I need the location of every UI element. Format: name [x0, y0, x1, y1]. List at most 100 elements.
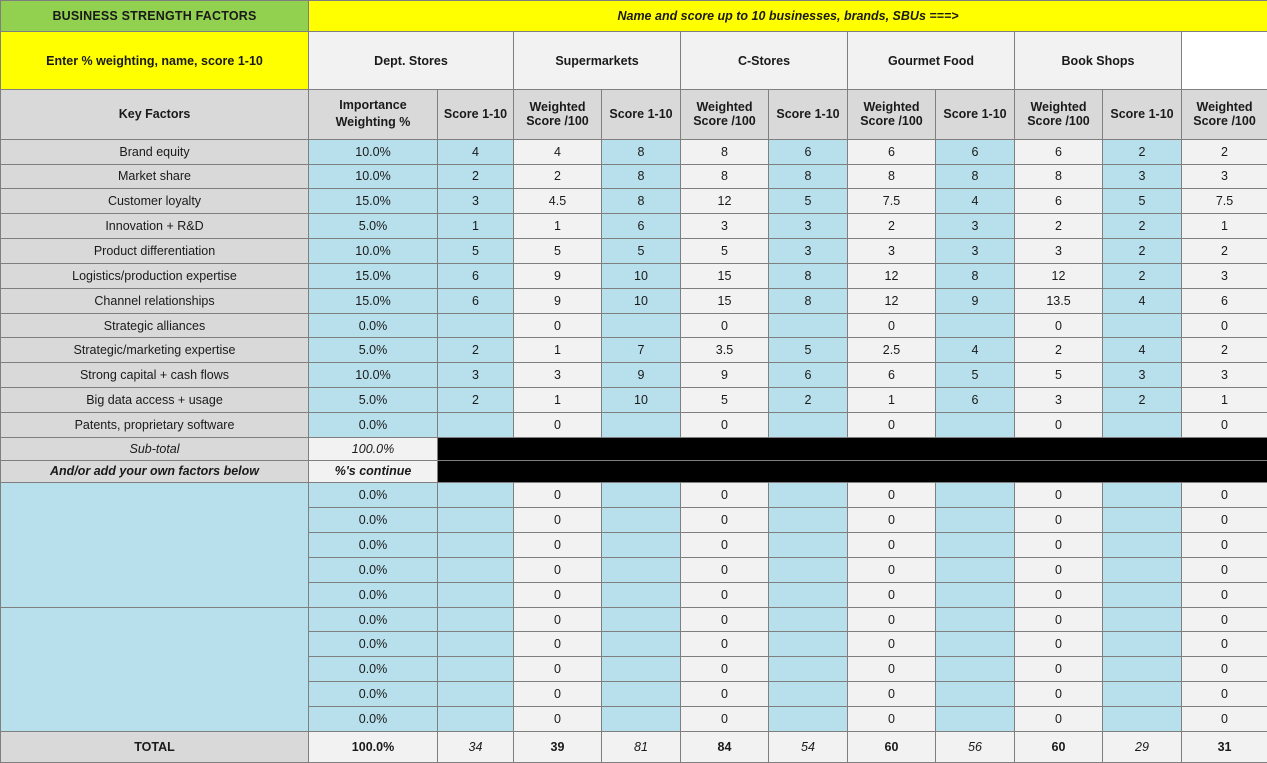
score-cell[interactable]: 2	[1102, 138, 1182, 165]
score-cell[interactable]	[768, 656, 848, 683]
weight-cell[interactable]: 0.0%	[308, 507, 438, 534]
score-cell[interactable]: 5	[768, 337, 848, 364]
score-cell[interactable]	[768, 411, 848, 438]
score-cell[interactable]: 8	[768, 287, 848, 314]
factor-label[interactable]: Product differentiation	[0, 238, 309, 264]
weight-cell[interactable]: 15.0%	[308, 262, 438, 289]
score-cell[interactable]	[437, 606, 514, 633]
score-cell[interactable]: 3	[935, 238, 1015, 264]
score-cell[interactable]: 6	[768, 138, 848, 165]
score-cell[interactable]: 8	[601, 188, 681, 215]
score-cell[interactable]	[768, 705, 848, 732]
weight-cell[interactable]: 0.0%	[308, 556, 438, 583]
score-cell[interactable]	[935, 312, 1015, 339]
score-cell[interactable]	[768, 631, 848, 658]
score-cell[interactable]	[1102, 507, 1182, 534]
score-cell[interactable]	[935, 581, 1015, 608]
score-cell[interactable]	[1102, 681, 1182, 707]
custom-factors-area-1[interactable]	[0, 482, 309, 608]
score-cell[interactable]	[437, 556, 514, 583]
score-cell[interactable]: 2	[437, 163, 514, 190]
factor-label[interactable]: Channel relationships	[0, 287, 309, 314]
weight-cell[interactable]: 0.0%	[308, 606, 438, 633]
score-cell[interactable]	[601, 581, 681, 608]
score-cell[interactable]: 8	[601, 163, 681, 190]
score-cell[interactable]	[768, 606, 848, 633]
score-cell[interactable]	[935, 411, 1015, 438]
score-cell[interactable]	[768, 556, 848, 583]
score-cell[interactable]	[768, 312, 848, 339]
score-cell[interactable]: 10	[601, 287, 681, 314]
score-cell[interactable]	[601, 631, 681, 658]
business-header-1[interactable]: Dept. Stores	[308, 31, 514, 91]
score-cell[interactable]: 5	[1102, 188, 1182, 215]
score-cell[interactable]: 10	[601, 262, 681, 289]
weight-cell[interactable]: 0.0%	[308, 656, 438, 683]
score-cell[interactable]: 3	[1102, 163, 1182, 190]
weight-cell[interactable]: 0.0%	[308, 581, 438, 608]
score-cell[interactable]	[601, 556, 681, 583]
score-cell[interactable]: 3	[768, 213, 848, 240]
score-cell[interactable]	[437, 532, 514, 558]
score-cell[interactable]	[935, 705, 1015, 732]
score-cell[interactable]: 6	[601, 213, 681, 240]
score-cell[interactable]	[1102, 631, 1182, 658]
score-cell[interactable]: 2	[437, 387, 514, 413]
score-cell[interactable]: 3	[1102, 362, 1182, 389]
score-cell[interactable]	[437, 312, 514, 339]
weight-cell[interactable]: 10.0%	[308, 238, 438, 264]
score-cell[interactable]: 9	[601, 362, 681, 389]
score-cell[interactable]	[601, 656, 681, 683]
weight-cell[interactable]: 10.0%	[308, 362, 438, 389]
score-cell[interactable]: 8	[935, 163, 1015, 190]
score-cell[interactable]	[437, 681, 514, 707]
score-cell[interactable]: 5	[601, 238, 681, 264]
score-cell[interactable]	[437, 411, 514, 438]
weight-cell[interactable]: 5.0%	[308, 213, 438, 240]
factor-label[interactable]: Patents, proprietary software	[0, 411, 309, 438]
score-cell[interactable]: 3	[437, 362, 514, 389]
factor-label[interactable]: Strategic/marketing expertise	[0, 337, 309, 364]
score-cell[interactable]	[935, 482, 1015, 509]
factor-label[interactable]: Market share	[0, 163, 309, 190]
weight-cell[interactable]: 0.0%	[308, 631, 438, 658]
score-cell[interactable]: 8	[601, 138, 681, 165]
factor-label[interactable]: Customer loyalty	[0, 188, 309, 215]
weight-cell[interactable]: 0.0%	[308, 705, 438, 732]
score-cell[interactable]: 9	[935, 287, 1015, 314]
factor-label[interactable]: Logistics/production expertise	[0, 262, 309, 289]
weight-cell[interactable]: 0.0%	[308, 681, 438, 707]
score-cell[interactable]: 2	[768, 387, 848, 413]
score-cell[interactable]	[601, 312, 681, 339]
score-cell[interactable]: 2	[1102, 213, 1182, 240]
score-cell[interactable]: 3	[935, 213, 1015, 240]
score-cell[interactable]	[935, 681, 1015, 707]
score-cell[interactable]	[768, 532, 848, 558]
score-cell[interactable]	[601, 606, 681, 633]
score-cell[interactable]	[1102, 532, 1182, 558]
score-cell[interactable]: 6	[935, 387, 1015, 413]
weight-cell[interactable]: 10.0%	[308, 163, 438, 190]
weight-cell[interactable]: 15.0%	[308, 287, 438, 314]
score-cell[interactable]	[601, 507, 681, 534]
score-cell[interactable]: 5	[437, 238, 514, 264]
score-cell[interactable]	[1102, 482, 1182, 509]
score-cell[interactable]: 7	[601, 337, 681, 364]
score-cell[interactable]	[768, 507, 848, 534]
score-cell[interactable]	[768, 482, 848, 509]
business-header-2[interactable]: Supermarkets	[513, 31, 681, 91]
score-cell[interactable]	[437, 482, 514, 509]
score-cell[interactable]: 10	[601, 387, 681, 413]
factor-label[interactable]: Big data access + usage	[0, 387, 309, 413]
factor-label[interactable]: Strategic alliances	[0, 312, 309, 339]
score-cell[interactable]: 4	[935, 188, 1015, 215]
weight-cell[interactable]: 10.0%	[308, 138, 438, 165]
score-cell[interactable]	[601, 705, 681, 732]
score-cell[interactable]	[935, 556, 1015, 583]
score-cell[interactable]: 6	[437, 287, 514, 314]
weight-cell[interactable]: 0.0%	[308, 482, 438, 509]
score-cell[interactable]	[437, 507, 514, 534]
score-cell[interactable]	[1102, 705, 1182, 732]
score-cell[interactable]	[935, 631, 1015, 658]
score-cell[interactable]: 2	[1102, 387, 1182, 413]
